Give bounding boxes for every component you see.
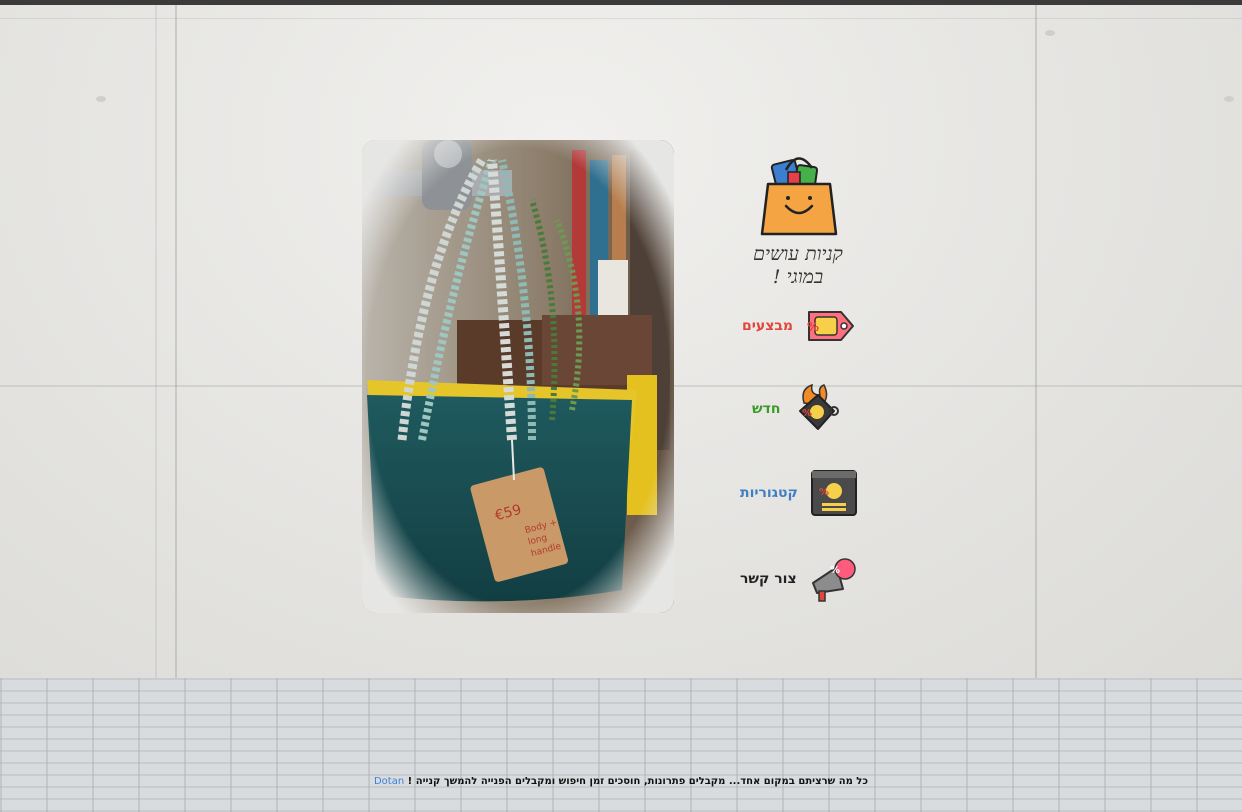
wall-hole: [96, 96, 106, 102]
wall-seam: [0, 18, 1242, 19]
hero-bags-photo: €59 Body + long handle: [362, 140, 674, 613]
pavement-floor: [0, 678, 1242, 812]
footer: כל מה שרציתם במקום אחד... מקבלים פתרונות…: [300, 776, 942, 787]
menu-item-categories[interactable]: % קטגוריות: [740, 467, 860, 519]
footer-author-link[interactable]: Dotan: [374, 776, 404, 787]
shopping-bag-logo-icon[interactable]: [758, 150, 840, 238]
brand-tagline: קניות עושים במוגי !: [753, 243, 843, 288]
menu-item-label: חדש: [752, 401, 781, 417]
menu-item-label: מבצעים: [742, 318, 794, 334]
svg-text:%: %: [819, 487, 829, 498]
footer-text: כל מה שרציתם במקום אחד... מקבלים פתרונות…: [407, 776, 869, 787]
svg-text:%: %: [802, 408, 812, 419]
wall-seam: [1035, 5, 1037, 678]
svg-text:%: %: [830, 565, 840, 576]
wall-seam: [175, 5, 177, 678]
catalog-icon: %: [808, 467, 860, 519]
megaphone-icon: %: [807, 553, 859, 605]
wall-seam: [155, 5, 157, 678]
svg-text:%: %: [807, 320, 819, 334]
menu-item-label: צור קשר: [740, 571, 797, 587]
menu-item-contact[interactable]: % צור קשר: [740, 553, 859, 605]
menu-item-label: קטגוריות: [740, 485, 798, 501]
menu-item-new[interactable]: % חדש: [752, 383, 842, 435]
wall-hole: [1045, 30, 1055, 36]
sale-tag-icon: %: [803, 300, 855, 352]
wall-hole: [1224, 96, 1234, 102]
menu-item-sales[interactable]: % מבצעים: [742, 300, 855, 352]
hot-tag-icon: %: [790, 383, 842, 435]
